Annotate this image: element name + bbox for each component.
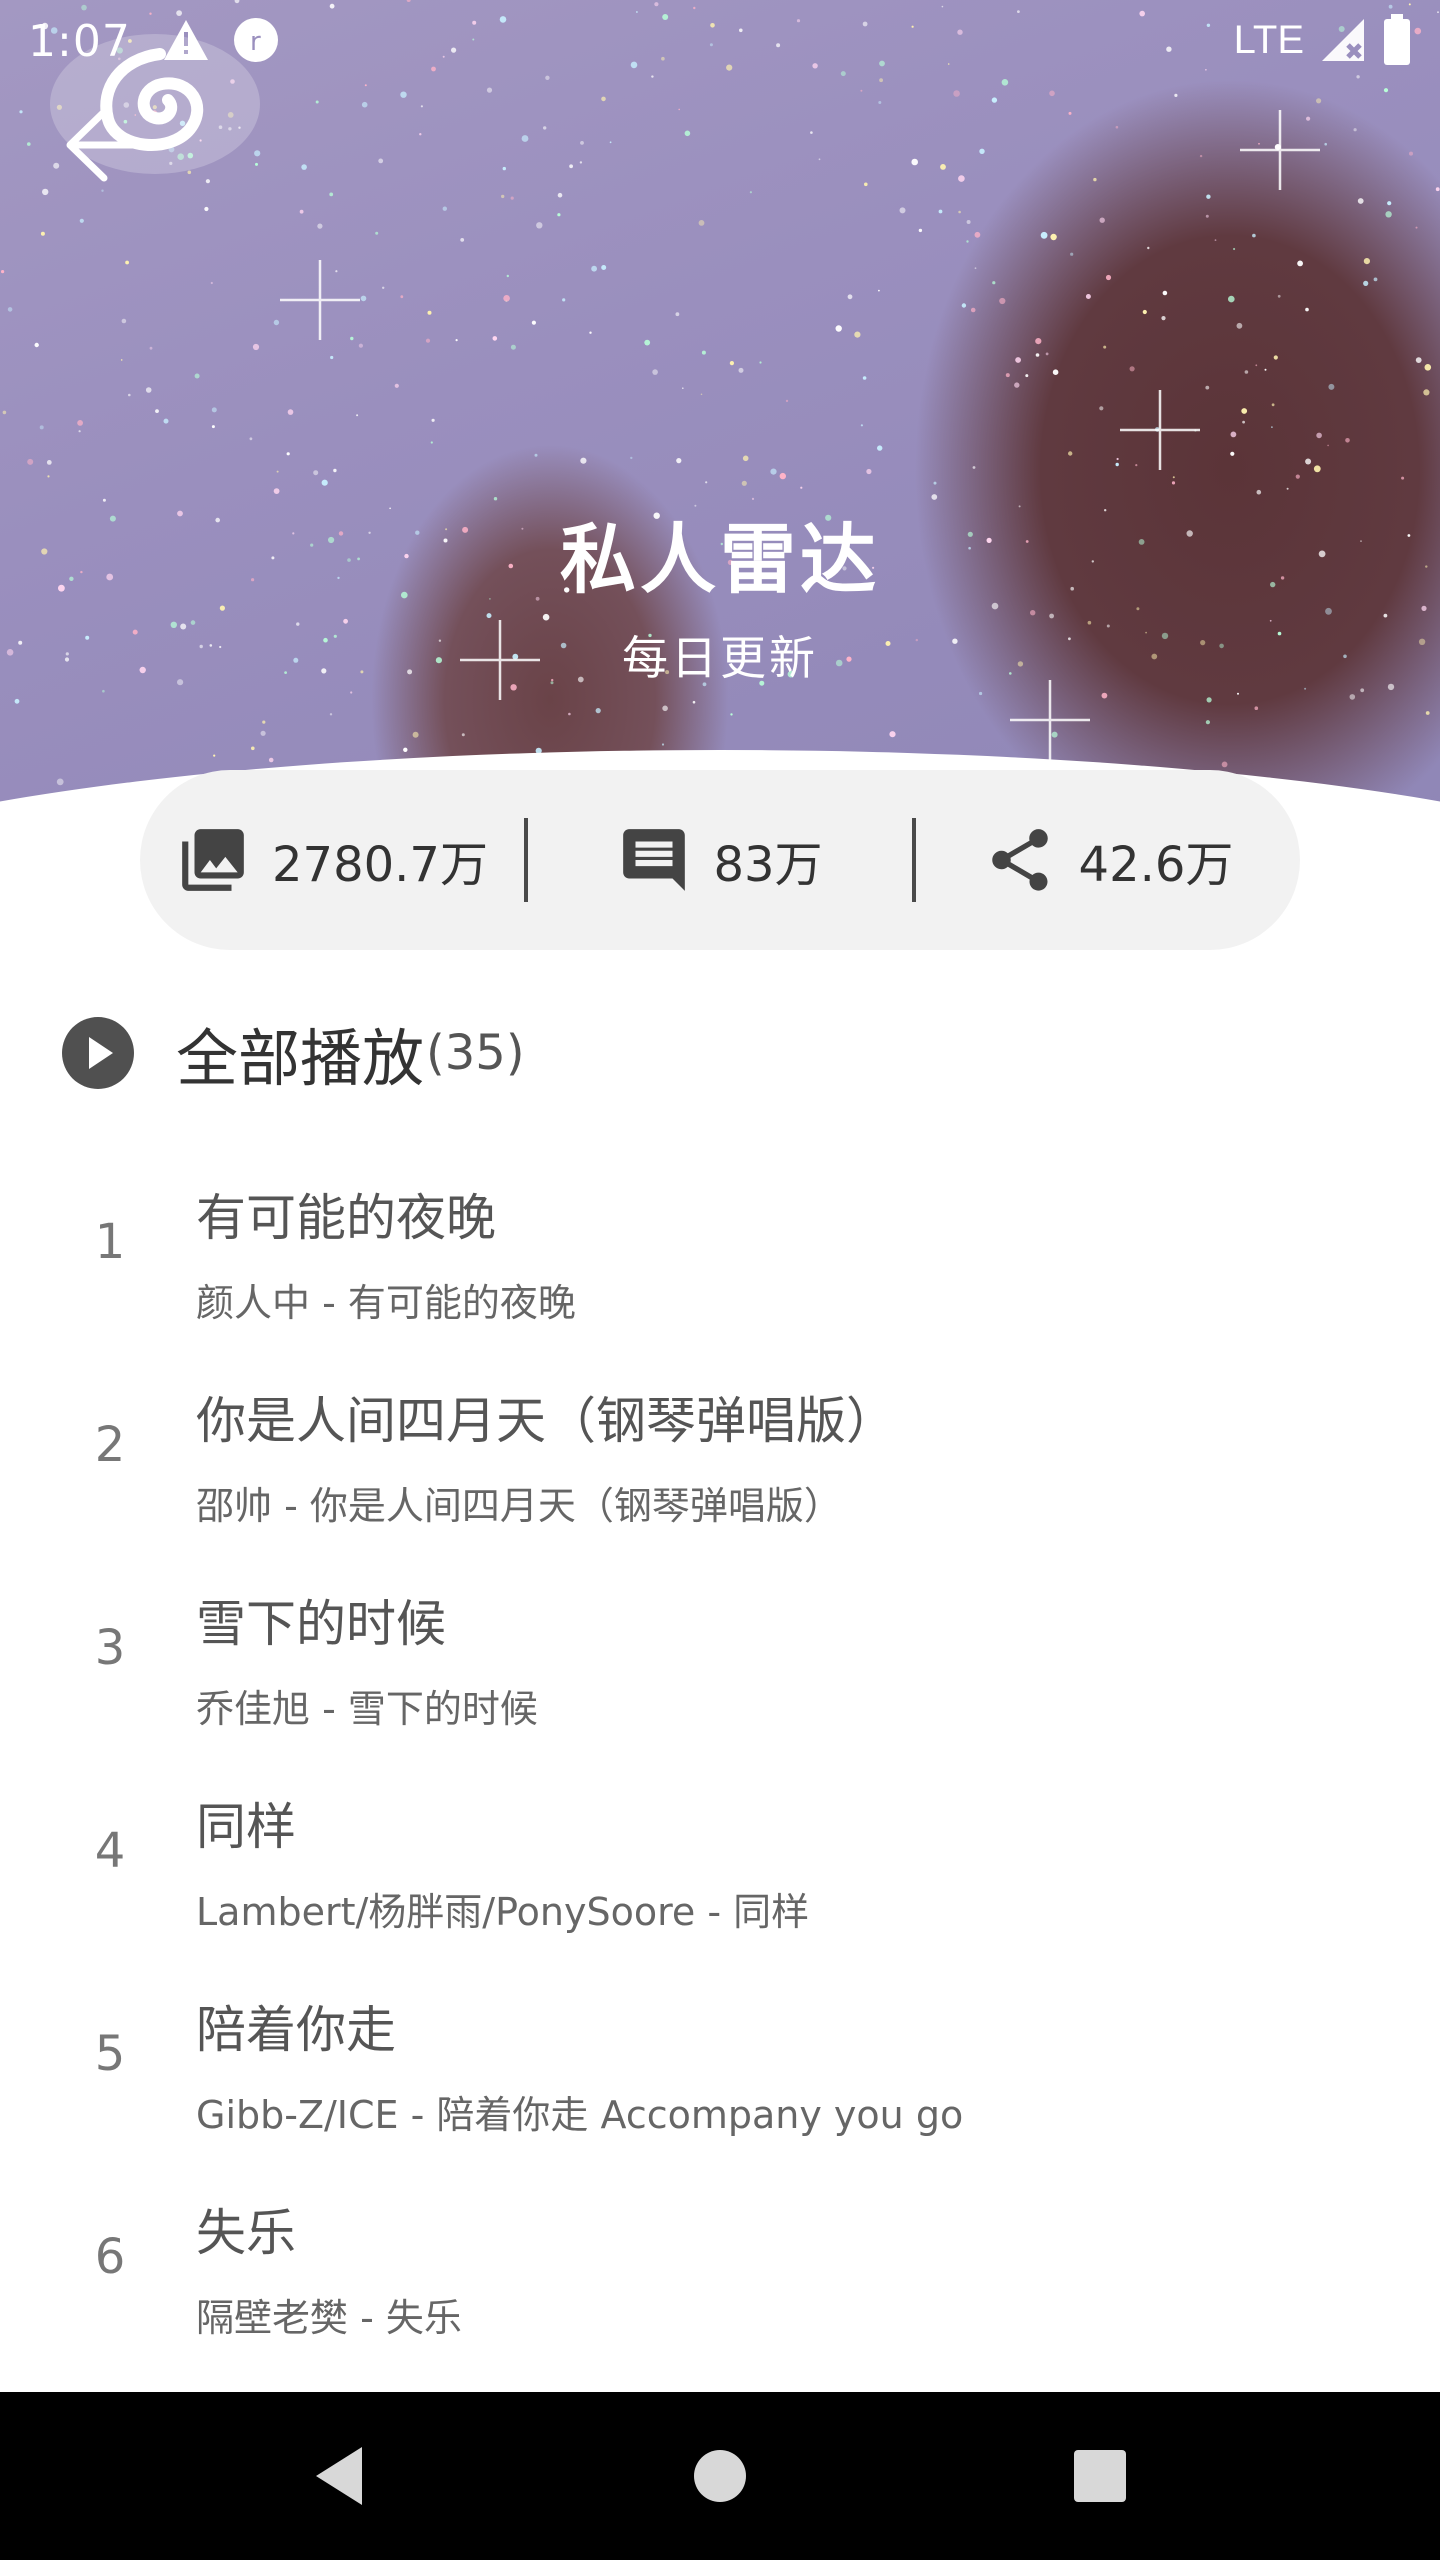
play-all-button[interactable]: 全部播放 (35) [62,1008,525,1098]
battery-icon [1384,14,1410,65]
song-index: 4 [94,1822,126,1879]
song-item[interactable]: 4 同样 Lambert/杨胖雨/PonySoore - 同样 [0,1749,1440,1952]
shares-stat[interactable]: 42.6万 [916,770,1300,950]
play-circle-icon [62,1017,134,1089]
song-title: 失乐 [196,2204,296,2262]
nav-back-button[interactable] [290,2426,390,2526]
song-title: 你是人间四月天（钢琴弹唱版） [196,1392,896,1450]
system-nav-bar [0,2392,1440,2560]
song-list: 1 有可能的夜晚 颜人中 - 有可能的夜晚 2 你是人间四月天（钢琴弹唱版） 邵… [0,1140,1440,2358]
status-system-icons: LTE [1234,14,1412,66]
song-artist-album: Gibb-Z/ICE - 陪着你走 Accompany you go [196,2093,964,2137]
song-artist-album: 颜人中 - 有可能的夜晚 [196,1281,576,1325]
square-recents-icon [1074,2450,1126,2502]
share-icon [991,829,1048,891]
network-type: LTE [1233,17,1304,62]
song-index: 2 [94,1416,126,1473]
signal-icon [1322,19,1364,61]
song-index: 6 [94,2228,126,2285]
plays-stat[interactable]: 2780.7万 [140,770,524,950]
arrow-left-icon [66,108,162,182]
playlist-subtitle: 每日更新 [622,631,818,685]
song-index: 3 [94,1619,126,1676]
song-item[interactable]: 2 你是人间四月天（钢琴弹唱版） 邵帅 - 你是人间四月天（钢琴弹唱版） [0,1343,1440,1546]
song-item[interactable]: 6 失乐 隔壁老樊 - 失乐 [0,2155,1440,2358]
playlist-stats-bar: 2780.7万 83万 42.6万 [140,770,1300,950]
song-item[interactable]: 3 雪下的时候 乔佳旭 - 雪下的时候 [0,1546,1440,1749]
nav-recents-button[interactable] [1050,2426,1150,2526]
song-artist-album: 隔壁老樊 - 失乐 [196,2296,462,2340]
song-title: 有可能的夜晚 [196,1189,496,1247]
song-item[interactable]: 5 陪着你走 Gibb-Z/ICE - 陪着你走 Accompany you g… [0,1952,1440,2155]
song-title: 陪着你走 [196,2001,396,2059]
song-title: 雪下的时候 [196,1595,446,1653]
plays-count: 2780.7万 [272,837,488,893]
song-item[interactable]: 1 有可能的夜晚 颜人中 - 有可能的夜晚 [0,1140,1440,1343]
song-index: 5 [94,2025,126,2082]
back-button[interactable] [58,100,168,190]
song-title: 同样 [196,1798,296,1856]
circle-home-icon [694,2450,746,2502]
triangle-back-icon [316,2447,362,2505]
image-stack-icon [182,829,244,891]
comments-stat[interactable]: 83万 [528,770,912,950]
shares-count: 42.6万 [1078,837,1234,893]
play-all-label: 全部播放 [176,1022,425,1095]
song-artist-album: 乔佳旭 - 雪下的时候 [196,1687,538,1731]
comment-icon [623,829,686,891]
nav-home-button[interactable] [670,2426,770,2526]
playlist-title: 私人雷达 [560,515,880,604]
song-count: (35) [426,1025,525,1081]
comments-count: 83万 [713,837,823,893]
song-artist-album: Lambert/杨胖雨/PonySoore - 同样 [196,1890,810,1934]
song-index: 1 [94,1213,126,1270]
song-artist-album: 邵帅 - 你是人间四月天（钢琴弹唱版） [196,1484,842,1528]
